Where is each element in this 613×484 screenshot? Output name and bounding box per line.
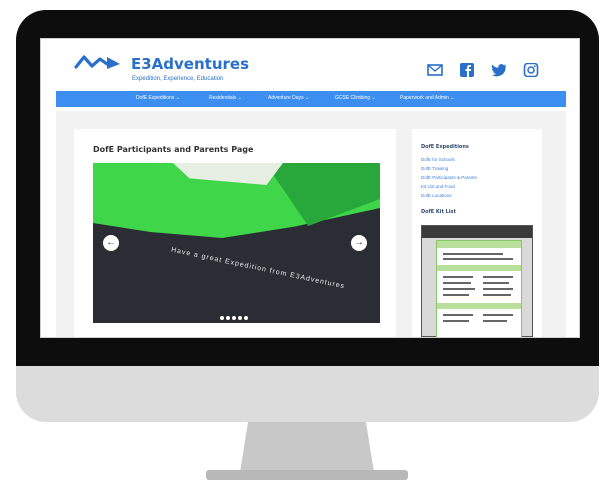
monitor-screen: E3Adventures Expedition, Experience, Edu… — [40, 38, 580, 338]
kit-list-section-band — [437, 303, 521, 309]
sidebar-link[interactable]: Kit List and Food — [421, 184, 455, 189]
site-tagline: Expedition, Experience, Education — [132, 76, 224, 82]
kit-list-text-line — [443, 253, 503, 255]
kit-list-section-band — [437, 265, 521, 271]
kit-list-text-line — [443, 282, 471, 284]
nav-item-adventure-days[interactable]: Adventure Days ⌄ — [268, 95, 309, 101]
kit-list-text-line — [483, 282, 509, 284]
slider-pagination — [220, 307, 250, 320]
slider-prev-button[interactable]: ← — [103, 235, 119, 251]
slider-dot[interactable] — [220, 316, 224, 320]
slider-dot[interactable] — [232, 316, 236, 320]
sidebar-link[interactable]: DofE Training — [421, 166, 448, 171]
chevron-right-icon: → — [354, 237, 364, 248]
slider-next-button[interactable]: → — [351, 235, 367, 251]
slide-caption: Have a great Expedition from E3Adventure… — [170, 246, 346, 291]
kit-list-toolbar — [422, 226, 532, 238]
slider-dot[interactable] — [244, 316, 248, 320]
monitor-stand-neck — [240, 422, 374, 472]
kit-list-text-line — [483, 320, 507, 322]
logo-icon[interactable] — [74, 53, 122, 76]
page-title: DofE Participants and Parents Page — [93, 145, 254, 154]
slider-dot[interactable] — [226, 316, 230, 320]
site-header: E3Adventures Expedition, Experience, Edu… — [41, 39, 579, 89]
kit-list-text-line — [483, 276, 513, 278]
kit-list-header-band — [437, 241, 521, 248]
sidebar-kit-list-title: DofE Kit List — [421, 209, 456, 215]
site-name[interactable]: E3Adventures — [131, 55, 249, 73]
main-nav: DofE Expeditions ⌄ Residentials ⌄ Advent… — [56, 91, 566, 107]
kit-list-text-line — [483, 314, 513, 316]
sidebar-link[interactable]: DofE Participants & Parents — [421, 175, 477, 180]
slider-dot[interactable] — [238, 316, 242, 320]
kit-list-document — [436, 240, 522, 337]
sidebar-link[interactable]: DofE Locations — [421, 193, 452, 198]
facebook-icon[interactable] — [459, 63, 475, 77]
instagram-icon[interactable] — [523, 62, 539, 78]
kit-list-text-line — [443, 294, 469, 296]
chevron-left-icon: ← — [106, 237, 116, 248]
kit-list-text-line — [443, 288, 475, 290]
monitor-stand-base — [206, 470, 408, 480]
nav-item-dofe-expeditions[interactable]: DofE Expeditions ⌄ — [136, 95, 180, 101]
kit-list-text-line — [443, 314, 473, 316]
kit-list-text-line — [483, 294, 511, 296]
sidebar-expeditions-title: DofE Expeditions — [421, 144, 469, 150]
nav-item-paperwork-admin[interactable]: Paperwork and Admin ⌄ — [400, 95, 455, 101]
kit-list-text-line — [483, 288, 513, 290]
kit-list-text-line — [443, 320, 469, 322]
nav-item-residentials[interactable]: Residentials ⌄ — [209, 95, 242, 101]
mail-icon[interactable] — [427, 63, 443, 77]
twitter-icon[interactable] — [491, 63, 507, 77]
kit-list-thumbnail[interactable] — [421, 225, 533, 337]
nav-item-gcse-climbing[interactable]: GCSE Climbing ⌄ — [335, 95, 376, 101]
kit-list-text-line — [443, 258, 513, 260]
image-slider[interactable]: Have a great Expedition from E3Adventure… — [93, 163, 380, 323]
sidebar-link[interactable]: DofE for Schools — [421, 157, 455, 162]
kit-list-text-line — [443, 276, 473, 278]
